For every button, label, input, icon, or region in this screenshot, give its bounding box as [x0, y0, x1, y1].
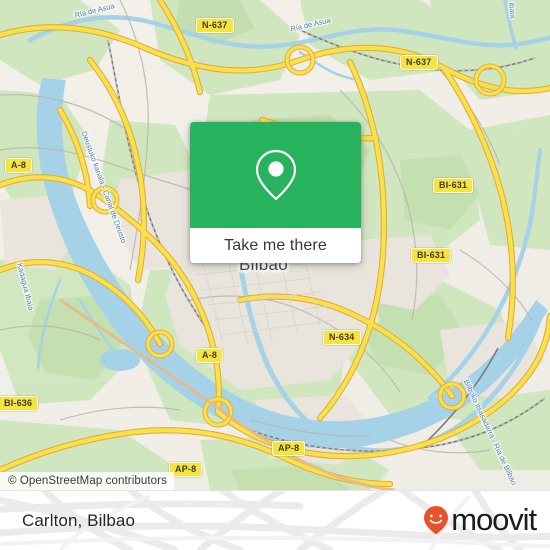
place-name: Carlton, Bilbao	[22, 511, 136, 530]
moovit-logo[interactable]: moovit	[423, 501, 537, 537]
take-me-there-button[interactable]: Take me there	[190, 228, 361, 263]
moovit-map-screenshot: Ría de Asua Ría de Asua Deustuko kanala …	[0, 0, 550, 550]
moovit-wordmark: moovit	[451, 501, 537, 537]
footer-bar: Carlton, Bilbao moovit	[0, 490, 550, 550]
osm-attribution: © OpenStreetMap contributors	[0, 472, 174, 490]
map-canvas[interactable]: Ría de Asua Ría de Asua Deustuko kanala …	[0, 0, 550, 490]
moovit-pin-icon	[424, 506, 449, 535]
card-icon-panel	[190, 122, 361, 228]
location-pin-icon	[255, 149, 296, 201]
take-me-there-card[interactable]: Take me there	[190, 122, 361, 263]
